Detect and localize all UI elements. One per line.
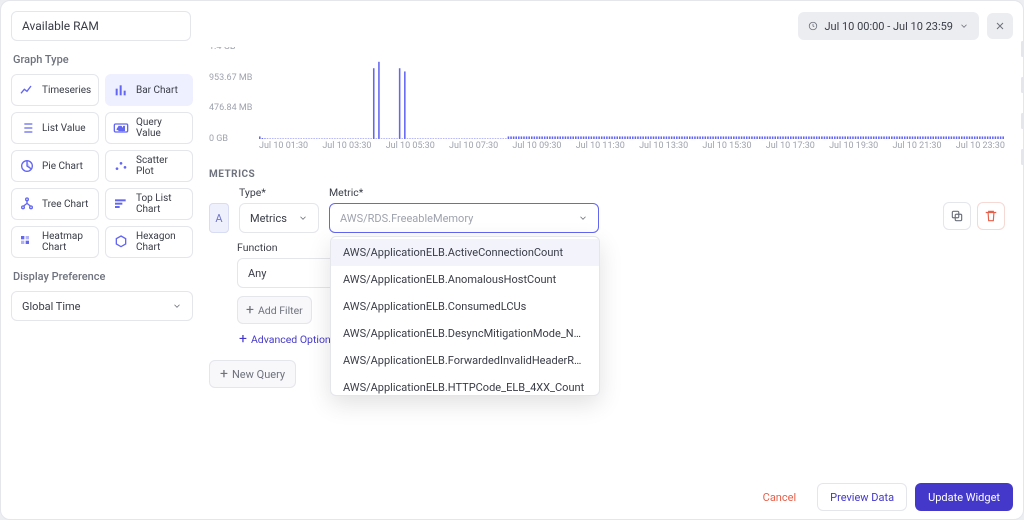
new-query-label: New Query (232, 368, 285, 381)
metrics-row: . A Type Metrics Metric AWS/RDS.Freeable… (209, 186, 1013, 233)
graph-type-label: Top List Chart (136, 193, 186, 215)
query-icon: 4M (112, 119, 130, 137)
display-preference-select[interactable]: Global Time (11, 291, 193, 321)
plus-icon: + (246, 303, 254, 317)
time-range-picker[interactable]: Jul 10 00:00 - Jul 10 23:59 (798, 12, 979, 40)
type-label: Type (239, 186, 319, 199)
graph-type-heading: Graph Type (13, 53, 193, 66)
x-tick-label: Jul 10 01:30 (259, 141, 308, 157)
close-icon (994, 20, 1006, 32)
clock-icon (808, 21, 818, 31)
tree-icon (18, 195, 36, 213)
x-tick-label: Jul 10 23:30 (956, 141, 1005, 157)
plus-icon: + (220, 367, 228, 381)
advanced-options-label: Advanced Options (251, 333, 336, 346)
x-tick-label: Jul 10 05:30 (386, 141, 435, 157)
metric-option[interactable]: AWS/ApplicationELB.DesyncMitigationMode_… (331, 320, 599, 347)
x-tick-label: Jul 10 15:30 (702, 141, 751, 157)
add-filter-button[interactable]: + Add Filter (237, 296, 312, 324)
x-tick-label: Jul 10 21:30 (892, 141, 941, 157)
preview-chart: 1.4 GB 953.67 MB 476.84 MB 0 GB Jul 10 01:3… (209, 47, 1005, 157)
graph-type-tree[interactable]: Tree Chart (11, 188, 99, 220)
footer-actions: Cancel Preview Data Update Widget (750, 483, 1013, 511)
main-panel: 1.4 GB 953.67 MB 476.84 MB 0 GB Jul 10 01:3… (201, 47, 1013, 511)
pie-icon (18, 157, 36, 175)
timeseries-icon (18, 81, 36, 99)
graph-type-label: Scatter Plot (136, 155, 186, 177)
graph-type-hexagon[interactable]: Hexagon Chart (105, 226, 193, 258)
graph-type-timeseries[interactable]: Timeseries (11, 74, 99, 106)
function-value: Any (248, 267, 266, 280)
metric-placeholder: AWS/RDS.FreeableMemory (340, 212, 473, 225)
graph-type-label: Query Value (136, 117, 186, 139)
graph-type-label: Heatmap Chart (42, 231, 92, 253)
display-preference-value: Global Time (22, 300, 81, 313)
x-tick-label: Jul 10 09:30 (512, 141, 561, 157)
x-tick-label: Jul 10 19:30 (829, 141, 878, 157)
query-badge-a: A (209, 203, 229, 233)
x-tick-label: Jul 10 13:30 (639, 141, 688, 157)
x-tick-label: Jul 10 11:30 (576, 141, 625, 157)
svg-text:4M: 4M (117, 127, 125, 133)
heatmap-icon (18, 233, 36, 251)
metric-option[interactable]: AWS/ApplicationELB.ActiveConnectionCount (331, 239, 599, 266)
y-tick-label: 476.84 MB (209, 103, 252, 113)
time-range-label: Jul 10 00:00 - Jul 10 23:59 (824, 20, 953, 33)
y-tick-label: 0 GB (209, 134, 228, 144)
graph-type-label: Bar Chart (136, 85, 178, 96)
metric-option[interactable]: AWS/ApplicationELB.ConsumedLCUs (331, 293, 599, 320)
x-tick-label: Jul 10 03:30 (322, 141, 371, 157)
metric-option[interactable]: AWS/ApplicationELB.ForwardedInvalidHeade… (331, 347, 599, 374)
graph-type-query[interactable]: 4M Query Value (105, 112, 193, 144)
graph-type-toplist[interactable]: Top List Chart (105, 188, 193, 220)
display-pref-heading: Display Preference (13, 270, 193, 283)
y-tick-label: 1.4 GB (209, 47, 235, 52)
metric-option[interactable]: AWS/ApplicationELB.AnomalousHostCount (331, 266, 599, 293)
graph-type-label: Pie Chart (42, 161, 83, 172)
delete-query-button[interactable] (977, 202, 1005, 230)
graph-type-bar[interactable]: Bar Chart (105, 74, 193, 106)
metric-dropdown-panel: AWS/ApplicationELB.ActiveConnectionCount… (330, 236, 600, 396)
chevron-down-icon (578, 213, 588, 223)
type-value: Metrics (250, 212, 287, 225)
copy-icon (950, 209, 964, 223)
hexagon-icon (112, 233, 130, 251)
top-bar: Available RAM Jul 10 00:00 - Jul 10 23:5… (11, 11, 1013, 41)
list-icon (18, 119, 36, 137)
sidebar: Graph Type Timeseries Bar Chart List Value… (11, 47, 201, 511)
cancel-button[interactable]: Cancel (750, 483, 809, 511)
widget-title-input[interactable]: Available RAM (11, 11, 191, 41)
add-filter-label: Add Filter (258, 304, 303, 317)
preview-data-button[interactable]: Preview Data (817, 483, 907, 511)
plus-icon: + (239, 332, 247, 346)
graph-type-label: Timeseries (42, 85, 91, 96)
y-tick-label: 953.67 MB (209, 73, 252, 83)
chevron-down-icon (959, 21, 969, 31)
graph-type-list[interactable]: List Value (11, 112, 99, 144)
x-tick-label: Jul 10 07:30 (449, 141, 498, 157)
close-button[interactable] (987, 13, 1013, 39)
graph-type-scatter[interactable]: Scatter Plot (105, 150, 193, 182)
graph-type-label: Tree Chart (42, 199, 88, 210)
metric-label: Metric (329, 186, 599, 199)
metric-combobox[interactable]: AWS/RDS.FreeableMemory AWS/ApplicationEL… (329, 203, 599, 233)
graph-type-heatmap[interactable]: Heatmap Chart (11, 226, 99, 258)
new-query-button[interactable]: + New Query (209, 360, 296, 388)
graph-type-label: Hexagon Chart (136, 231, 186, 253)
graph-type-label: List Value (42, 123, 86, 134)
metric-option[interactable]: AWS/ApplicationELB.HTTPCode_ELB_4XX_Coun… (331, 374, 599, 396)
metrics-section-heading: METRICS (209, 169, 1013, 180)
trash-icon (984, 209, 998, 223)
graph-type-pie[interactable]: Pie Chart (11, 150, 99, 182)
type-select[interactable]: Metrics (239, 203, 319, 233)
toplist-icon (112, 195, 130, 213)
duplicate-query-button[interactable] (943, 202, 971, 230)
chevron-down-icon (298, 213, 308, 223)
bar-icon (112, 81, 130, 99)
scatter-icon (112, 157, 130, 175)
x-tick-label: Jul 10 17:30 (766, 141, 815, 157)
update-widget-button[interactable]: Update Widget (915, 483, 1013, 511)
chevron-down-icon (172, 301, 182, 311)
